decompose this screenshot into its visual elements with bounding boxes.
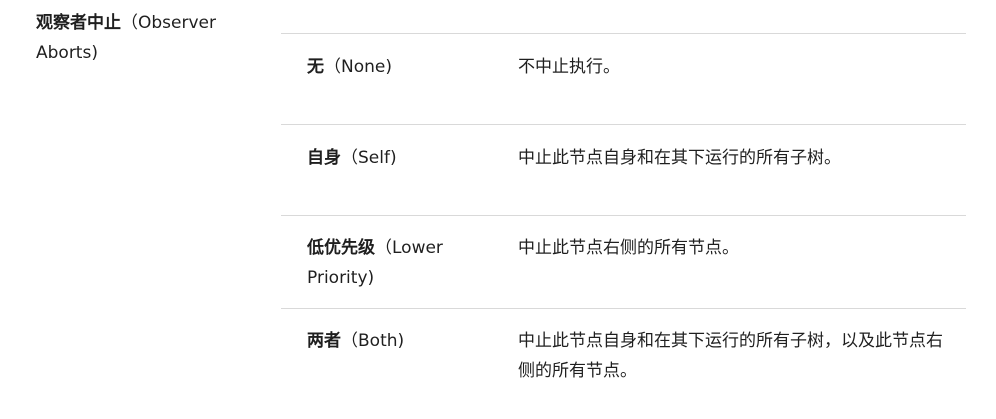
property-name: 观察者中止（Observer Aborts) <box>36 8 256 68</box>
option-row-none: 无（None) 不中止执行。 <box>281 33 966 124</box>
option-description: 中止此节点自身和在其下运行的所有子树。 <box>518 148 841 168</box>
option-name-zh: 自身 <box>307 148 341 168</box>
option-description: 中止此节点自身和在其下运行的所有子树，以及此节点右侧的所有节点。 <box>518 331 943 381</box>
option-name-zh: 两者 <box>307 331 341 351</box>
option-row-both: 两者（Both) 中止此节点自身和在其下运行的所有子树，以及此节点右侧的所有节点… <box>281 308 966 418</box>
option-name: 自身（Self) <box>307 143 497 173</box>
option-name-en: （None) <box>324 57 392 77</box>
option-name-zh: 无 <box>307 57 324 77</box>
option-row-self: 自身（Self) 中止此节点自身和在其下运行的所有子树。 <box>281 124 966 215</box>
property-doc: 观察者中止（Observer Aborts) 无（None) 不中止执行。 自身… <box>0 0 996 419</box>
option-description: 中止此节点右侧的所有节点。 <box>518 238 739 258</box>
option-name-en: （Self) <box>341 148 397 168</box>
option-description: 不中止执行。 <box>518 57 620 77</box>
options-table: 无（None) 不中止执行。 自身（Self) 中止此节点自身和在其下运行的所有… <box>281 33 966 418</box>
option-name-zh: 低优先级 <box>307 238 375 258</box>
option-name: 低优先级（Lower Priority) <box>307 233 497 293</box>
property-name-zh: 观察者中止 <box>36 13 121 33</box>
option-name-en: （Both) <box>341 331 405 351</box>
option-row-lower-priority: 低优先级（Lower Priority) 中止此节点右侧的所有节点。 <box>281 215 966 308</box>
option-name: 两者（Both) <box>307 326 497 356</box>
option-name: 无（None) <box>307 52 497 82</box>
